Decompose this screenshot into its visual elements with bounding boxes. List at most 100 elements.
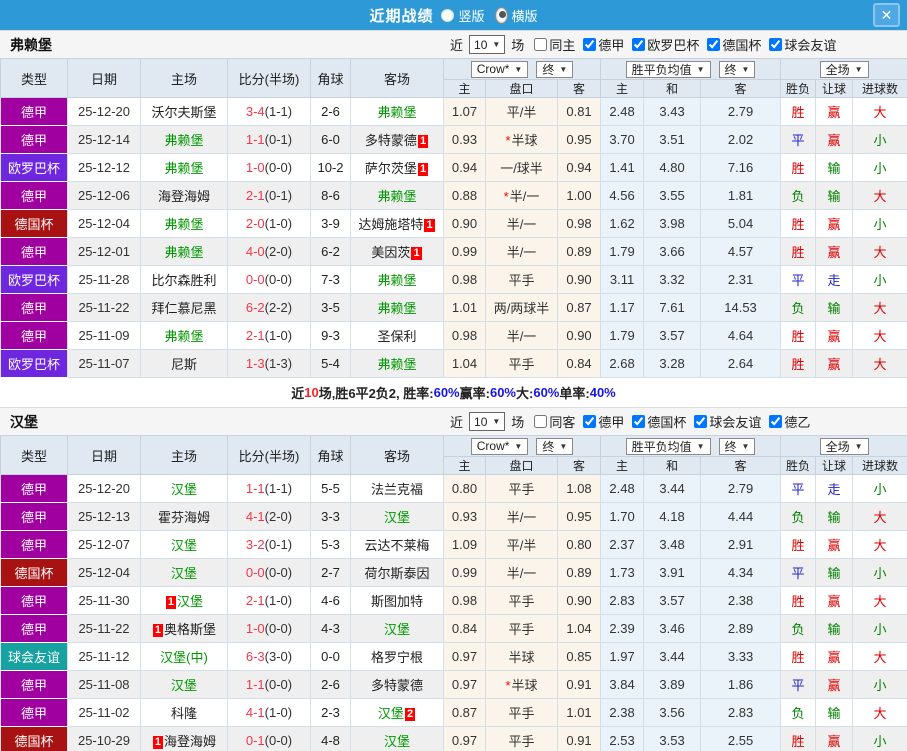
handicap-time-select[interactable]: 终 ▼ [536,437,574,455]
odds-home: 2.68 [600,349,645,378]
result-text: 输 [827,161,841,176]
dropdown-arrow-icon: ▼ [514,64,523,74]
result-outcome: 负 [780,293,817,322]
corners-cell: 3-3 [310,502,351,531]
dropdown-arrow-icon: ▼ [559,64,568,74]
match-scope-select[interactable]: 全场 ▼ [819,60,869,78]
corners-cell: 4-3 [310,614,351,643]
halftime-score: (1-3) [264,356,293,371]
team-name-text: 弗赖堡 [164,161,204,176]
column-header: 角球 [310,435,351,475]
select-value: 终 [724,62,737,77]
close-button[interactable]: ✕ [873,3,900,27]
result-handicap: 赢 [815,237,854,266]
team-name-text: 法兰克福 [370,482,423,497]
odds-time-select[interactable]: 终 ▼ [718,437,756,455]
select-header-cell: 胜平负均值 ▼ 终 ▼ [600,435,782,457]
odds-away: 4.44 [700,502,782,531]
handicap-time-select[interactable]: 终 ▼ [536,60,574,78]
date-cell: 25-12-04 [67,558,141,587]
result-text: 小 [873,622,887,637]
halftime-score: (3-0) [264,649,293,664]
same-venue-checkbox[interactable] [534,38,548,51]
dropdown-arrow-icon: ▼ [492,40,501,49]
column-subheader: 胜负 [780,79,817,98]
away-team-cell: 萨尔茨堡 1 [350,153,444,182]
odds-time-select[interactable]: 终 ▼ [718,60,756,78]
league-filter-checkbox[interactable] [694,415,708,428]
score-cell: 3-2(0-1) [227,530,311,559]
select-header-cell: 全场 ▼ [780,58,907,80]
radio-horizontal-layout[interactable]: 横版 [494,6,538,25]
result-goals: 小 [852,614,907,643]
away-team-cell: 弗赖堡 [350,349,444,378]
team-name-text: 达姆施塔特 [358,217,424,232]
score-cell: 6-3(3-0) [227,642,311,671]
handicap-home-odds: 0.93 [443,125,486,154]
match-count-select[interactable]: 10 ▼ [469,412,506,431]
result-goals: 大 [852,349,907,378]
date-cell: 25-12-20 [67,474,141,503]
column-subheader: 客 [700,456,782,475]
column-header: 比分(半场) [227,435,311,475]
match-scope-select[interactable]: 全场 ▼ [819,437,869,455]
date-cell: 25-11-30 [67,586,141,615]
handicap-home-odds: 1.01 [443,293,486,322]
halftime-score: (1-1) [264,481,293,496]
match-row: 欧罗巴杯 25-11-07 尼斯 1-3(1-3) 5-4 弗赖堡 1.04 平手 0.84 2.… [0,349,907,378]
result-text: 输 [827,622,841,637]
handicap-away-odds: 0.90 [556,265,602,294]
handicap-line: 平手 [485,614,558,643]
league-filter-checkbox[interactable] [632,415,646,428]
handicap-away-odds: 0.95 [556,125,602,154]
radio-vertical-layout[interactable]: 竖版 [441,6,485,25]
fulltime-score: 0-1 [245,733,265,748]
league-filter-checkbox[interactable] [583,415,597,428]
bookmaker-select[interactable]: Crow* ▼ [470,437,529,455]
odds-away: 2.79 [700,97,782,126]
result-text: 大 [873,105,887,120]
date-cell: 25-12-13 [67,502,141,531]
corners-cell: 10-2 [310,153,351,182]
league-filter-checkbox[interactable] [707,38,721,51]
result-outcome: 胜 [780,153,817,182]
result-goals: 大 [852,321,907,350]
odds-average-select[interactable]: 胜平负均值 ▼ [625,60,711,78]
league-filter-checkbox[interactable] [632,38,646,51]
result-text: 胜 [791,357,805,372]
match-row: 德甲 25-11-22 1 奥格斯堡 1-0(0-0) 4-3 汉堡 0.84 平手 1.04 2.… [0,614,907,643]
near-label: 近 [450,38,464,53]
summary-part: 单率: [559,386,590,401]
home-team-cell: 科隆 [140,698,228,727]
column-subheader: 主 [443,456,486,475]
fulltime-score: 3-2 [245,537,265,552]
result-text: 赢 [827,245,841,260]
league-filter-checkbox[interactable] [769,38,783,51]
result-text: 赢 [827,329,841,344]
away-team-cell: 荷尔斯泰因 [350,558,444,587]
team-name-text: 弗赖堡 [164,133,204,148]
odds-average-select[interactable]: 胜平负均值 ▼ [625,437,711,455]
column-header: 比分(半场) [227,58,311,98]
match-count-select[interactable]: 10 ▼ [469,35,506,54]
filter-label: 德甲 [598,415,625,430]
score-cell: 4-1(1-0) [227,698,311,727]
match-row: 德国杯 25-12-04 汉堡 0-0(0-0) 2-7 荷尔斯泰因 0.99 半/一 0.89… [0,558,907,587]
league-filter-checkbox[interactable] [583,38,597,51]
bookmaker-select[interactable]: Crow* ▼ [470,60,529,78]
odds-home: 1.97 [600,642,645,671]
column-header: 客场 [350,435,444,475]
odds-draw: 3.44 [643,474,702,503]
same-venue-checkbox[interactable] [534,415,548,428]
page-title: 近期战绩 [369,7,434,25]
result-text: 大 [873,510,887,525]
dropdown-arrow-icon: ▼ [559,441,568,451]
close-icon: ✕ [880,7,893,23]
score-cell: 6-2(2-2) [227,293,311,322]
handicap-line: 半/一 [485,502,558,531]
fulltime-score: 1-1 [245,677,265,692]
league-filter-checkbox[interactable] [769,415,783,428]
date-cell: 25-11-28 [67,265,141,294]
select-value: 全场 [825,439,850,454]
result-outcome: 平 [780,558,817,587]
